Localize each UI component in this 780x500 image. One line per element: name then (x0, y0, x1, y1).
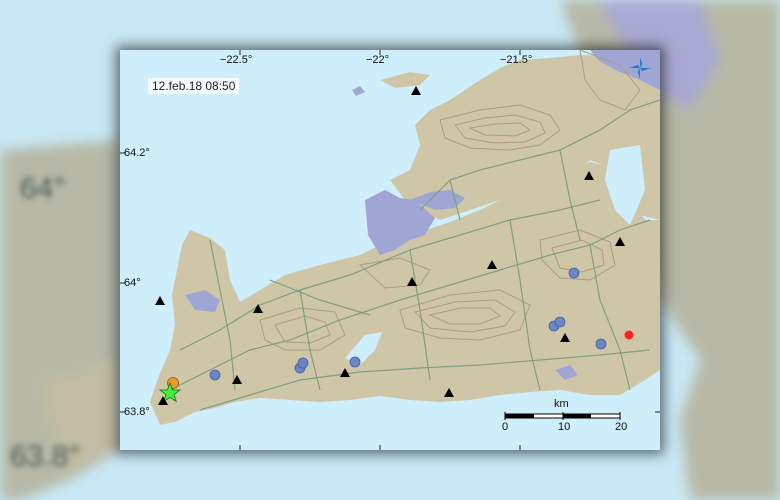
lon-label: −22.5° (220, 54, 253, 66)
lon-label: −21.5° (500, 54, 533, 66)
map-timestamp: 12.feb.18 08:50 (148, 78, 240, 94)
quake-dot[interactable] (297, 357, 309, 369)
quake-dot[interactable] (568, 267, 580, 279)
lat-label: 64° (124, 277, 141, 289)
quake-dot[interactable] (554, 316, 566, 328)
backdrop-lat-label: 63.8° (10, 440, 81, 473)
quake-dot[interactable] (349, 356, 361, 368)
scale-tick-label: 10 (558, 421, 571, 433)
quake-dot[interactable] (595, 338, 607, 350)
backdrop-lat-label: 64° (20, 172, 66, 205)
map-canvas (120, 50, 660, 450)
quake-dot-latest[interactable] (624, 330, 634, 340)
scale-unit-label: km (554, 398, 569, 410)
lat-label: 63.8° (124, 406, 150, 418)
earthquake-map: −22.5° −22° −21.5° 64.2° 64° 63.8° 12.fe… (120, 50, 660, 450)
scale-tick-label: 20 (615, 421, 628, 433)
lat-label: 64.2° (124, 147, 150, 159)
scale-tick-label: 0 (502, 421, 509, 433)
lon-label: −22° (366, 54, 390, 66)
quake-dot[interactable] (209, 369, 221, 381)
